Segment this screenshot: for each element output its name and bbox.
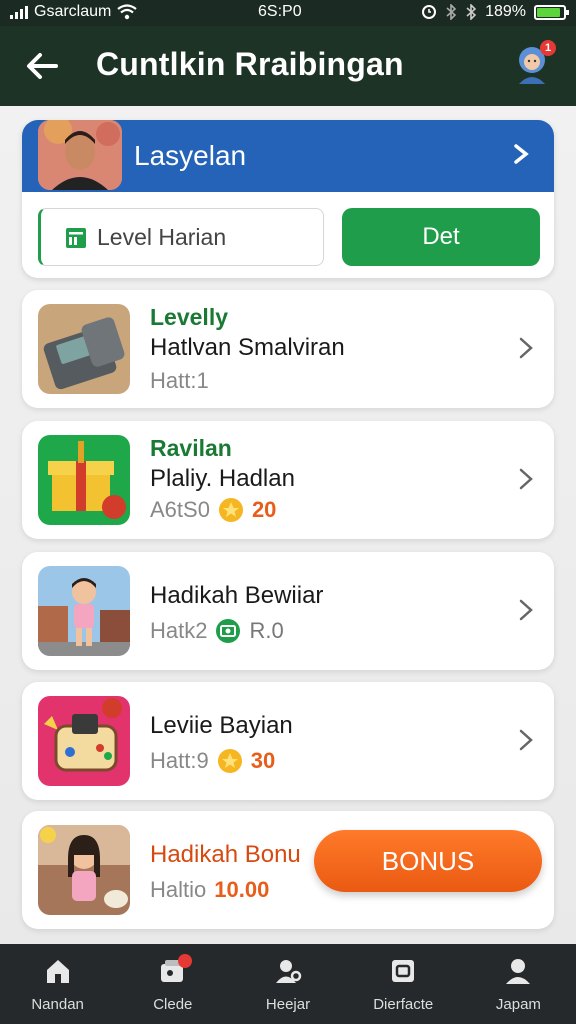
nav-item-profile[interactable]: Japam	[461, 944, 576, 1024]
nav-notification-dot	[178, 954, 193, 968]
chevron-right-icon	[519, 337, 533, 359]
profile-card: Lasyelan Level Harian Det	[22, 120, 554, 278]
daily-level-label: Level Harian	[97, 224, 227, 250]
daily-level-field[interactable]: Level Harian	[38, 208, 324, 266]
item-title: Hadikah Bonu	[150, 841, 301, 868]
nav-label: Clede	[153, 996, 193, 1013]
item-tag: Levelly	[150, 304, 228, 330]
console-thumbnail	[38, 696, 130, 786]
battery-percent: 189%	[485, 3, 526, 20]
clock: 6S:P0	[258, 3, 302, 20]
details-button[interactable]: Det	[342, 208, 540, 266]
item-meta-text: Hatt:1	[150, 368, 209, 393]
reward-value: R.0	[249, 618, 284, 643]
chevron-right-icon	[514, 144, 529, 164]
app-bar: Cuntlkin Rraibingan 1	[0, 26, 576, 106]
nav-item-copy[interactable]: Dierfacte	[346, 944, 461, 1024]
coin-icon	[218, 498, 243, 522]
scanner-thumbnail	[38, 304, 130, 394]
bluetooth-icon	[446, 4, 457, 20]
level-icon	[66, 228, 86, 248]
list-item[interactable]: Ravilan Plaliy. Hadlan A6tS0 20	[22, 421, 554, 539]
girl-thumbnail	[38, 825, 130, 915]
item-title: Hatlvan Smalviran	[150, 334, 345, 361]
chevron-right-icon	[519, 468, 533, 490]
item-meta-text: A6tS0	[150, 497, 210, 522]
bluetooth-icon-2	[466, 4, 477, 20]
status-bar: Gsarclaum 6S:P0 189%	[0, 0, 576, 26]
battery-icon	[534, 4, 569, 20]
profile-photo	[38, 120, 122, 190]
list-item[interactable]: Hadikah Bewiiar Hatk2 R.0	[22, 552, 554, 670]
item-tag: Ravilan	[150, 435, 232, 461]
chevron-right-icon	[519, 729, 533, 751]
bottom-nav: Nandan Clede Heejar Dierfacte Japam	[0, 944, 576, 1024]
item-meta: A6tS0 20	[150, 497, 276, 523]
list-item[interactable]: Leviie Bayian Hatt:9 30	[22, 682, 554, 800]
item-title: Plaliy. Hadlan	[150, 465, 295, 492]
item-meta: Hatk2 R.0	[150, 618, 284, 644]
wifi-icon	[117, 4, 138, 20]
child-thumbnail	[38, 566, 130, 656]
nav-item-cards[interactable]: Clede	[115, 944, 230, 1024]
copy-icon	[392, 960, 415, 982]
main-content: Lasyelan Level Harian Det Levelly Hatlva…	[0, 106, 576, 944]
profile-header[interactable]: Lasyelan	[22, 120, 554, 192]
item-meta-text: Haltio	[150, 877, 207, 902]
nav-item-home[interactable]: Nandan	[0, 944, 115, 1024]
nav-label: Heejar	[265, 996, 311, 1013]
notification-badge: 1	[540, 40, 556, 56]
home-icon	[46, 960, 69, 983]
item-meta: Hatt:9 30	[150, 748, 275, 774]
page-title: Cuntlkin Rraibingan	[96, 46, 404, 82]
nav-label: Nandan	[31, 996, 84, 1013]
reward-value: 10.00	[214, 877, 270, 902]
user-gear-icon	[276, 960, 302, 983]
profile-icon	[506, 959, 531, 984]
item-meta-text: Hatt:9	[150, 748, 209, 773]
reward-value: 30	[250, 748, 276, 773]
item-meta-text: Hatk2	[150, 618, 208, 643]
alarm-icon	[422, 5, 437, 19]
bonus-button[interactable]: BONUS	[314, 830, 542, 892]
profile-name: Lasyelan	[134, 140, 247, 171]
reward-value: 20	[251, 497, 277, 522]
nav-item-user-gear[interactable]: Heejar	[230, 944, 345, 1024]
signal-icon	[10, 5, 28, 19]
list-item[interactable]: Levelly Hatlvan Smalviran Hatt:1	[22, 290, 554, 408]
item-title: Leviie Bayian	[150, 712, 293, 739]
item-meta: Haltio 10.00	[150, 877, 269, 903]
carrier-name: Gsarclaum	[34, 3, 112, 20]
item-meta: Hatt:1	[150, 368, 209, 394]
chevron-right-icon	[519, 599, 533, 621]
gift-thumbnail	[38, 435, 130, 525]
cash-icon	[216, 619, 241, 643]
coin-icon	[217, 749, 242, 773]
item-title: Hadikah Bewiiar	[150, 582, 324, 609]
back-arrow-icon[interactable]	[22, 46, 62, 86]
nav-label: Japam	[495, 996, 541, 1013]
nav-label: Dierfacte	[373, 996, 434, 1013]
